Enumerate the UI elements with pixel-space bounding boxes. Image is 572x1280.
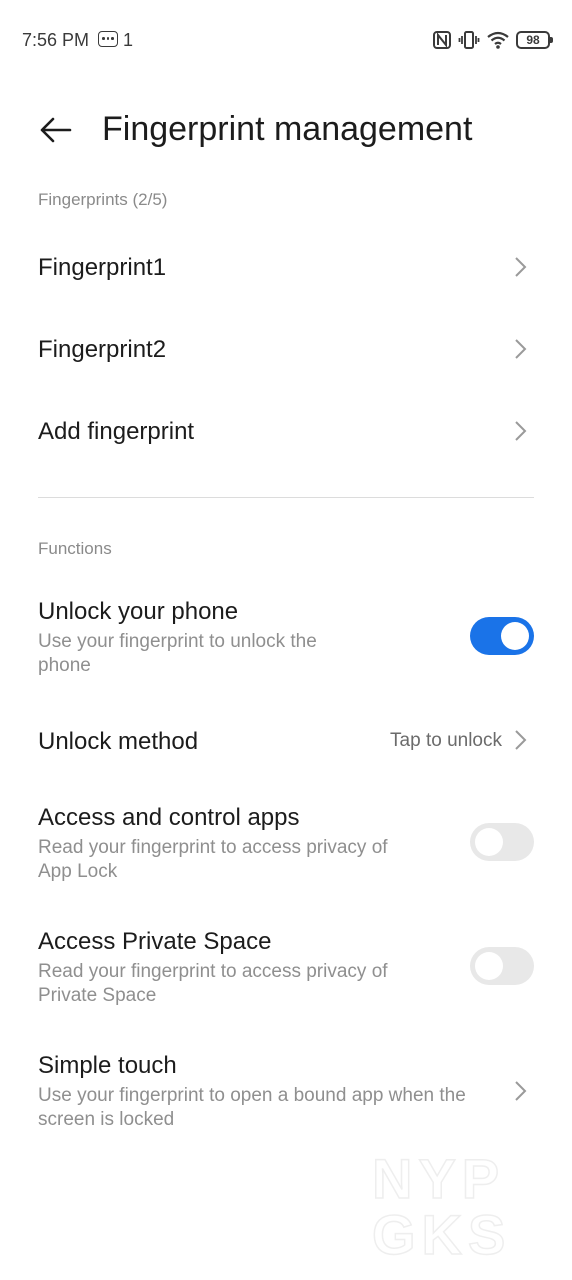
status-icons: 98 — [432, 28, 553, 52]
unlock-method-value: Tap to unlock — [390, 730, 502, 751]
toggle-knob — [501, 622, 529, 650]
toggle-knob — [475, 828, 503, 856]
section-divider — [38, 497, 534, 498]
notification-count: 1 — [123, 30, 134, 50]
unlock-phone-toggle[interactable] — [470, 617, 534, 655]
wifi-icon — [487, 31, 509, 49]
unlock-method-title: Unlock method — [38, 728, 199, 755]
status-time: 7:56 PM — [22, 30, 90, 50]
access-apps-subtitle: Read your fingerprint to access privacy … — [38, 837, 388, 882]
chevron-right-icon — [515, 421, 527, 441]
simple-touch-subtitle: Use your fingerprint to open a bound app… — [38, 1085, 466, 1130]
chevron-right-icon — [515, 1081, 527, 1101]
svg-text:NYP: NYP — [372, 1150, 505, 1210]
add-fingerprint-label: Add fingerprint — [38, 418, 195, 445]
unlock-phone-subtitle: Use your fingerprint to unlock the phone — [38, 631, 317, 676]
section-label-functions: Functions — [38, 539, 112, 558]
access-apps-toggle[interactable] — [470, 823, 534, 861]
fingerprint-1-label: Fingerprint1 — [38, 254, 167, 281]
status-bar: 7:56 PM 1 98 — [0, 0, 572, 80]
page-title: Fingerprint management — [102, 110, 473, 148]
unlock-method-row[interactable]: Unlock method Tap to unlock — [0, 712, 572, 772]
simple-touch-title: Simple touch — [38, 1052, 177, 1079]
chevron-right-icon — [515, 730, 527, 750]
section-label-fingerprints: Fingerprints (2/5) — [38, 190, 168, 209]
unlock-phone-row: Unlock your phone Use your fingerprint t… — [0, 592, 572, 688]
chevron-right-icon — [515, 257, 527, 277]
add-fingerprint-item[interactable]: Add fingerprint — [0, 400, 572, 464]
fingerprint-2-item[interactable]: Fingerprint2 — [0, 318, 572, 382]
private-space-toggle[interactable] — [470, 947, 534, 985]
battery-icon: 98 — [516, 31, 553, 49]
watermark-logo: NYP GKS — [372, 1150, 511, 1260]
vibrate-icon — [458, 31, 480, 49]
app-header: Fingerprint management — [0, 100, 572, 160]
fingerprint-2-label: Fingerprint2 — [38, 336, 167, 363]
private-space-title: Access Private Space — [38, 928, 272, 955]
access-apps-title: Access and control apps — [38, 804, 300, 831]
toggle-knob — [475, 952, 503, 980]
chevron-right-icon — [515, 339, 527, 359]
unlock-phone-title: Unlock your phone — [38, 598, 239, 625]
back-button[interactable] — [34, 108, 78, 152]
simple-touch-row[interactable]: Simple touch Use your fingerprint to ope… — [0, 1046, 572, 1142]
private-space-subtitle: Read your fingerprint to access privacy … — [38, 961, 388, 1006]
fingerprint-1-item[interactable]: Fingerprint1 — [0, 236, 572, 300]
nfc-icon — [433, 31, 451, 49]
svg-text:GKS: GKS — [372, 1203, 511, 1260]
back-arrow-icon — [40, 117, 72, 143]
message-icon — [98, 31, 118, 47]
access-apps-row: Access and control apps Read your finger… — [0, 798, 572, 894]
private-space-row: Access Private Space Read your fingerpri… — [0, 922, 572, 1018]
